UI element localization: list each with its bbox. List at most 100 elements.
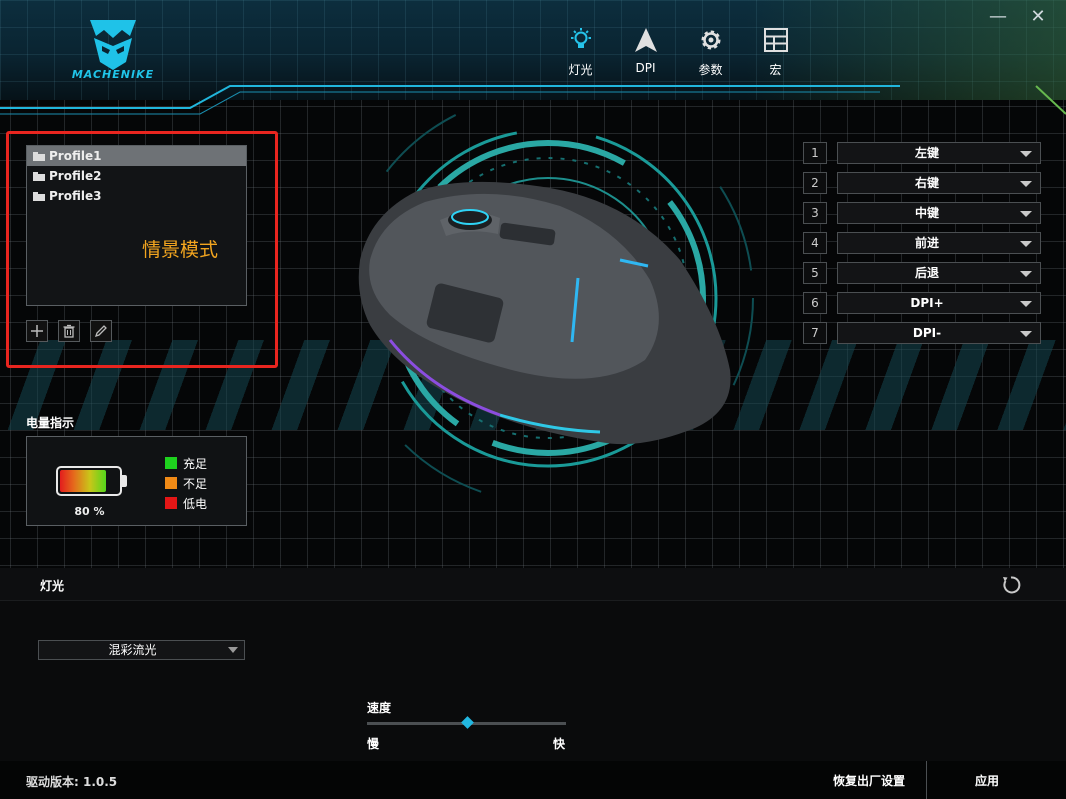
- gear-icon: [697, 26, 725, 54]
- battery-panel: 80 % 充足 不足 低电: [26, 436, 247, 526]
- button-action-label: 后退: [914, 266, 939, 280]
- grid-icon: [762, 26, 790, 54]
- nav-params[interactable]: 参数: [678, 26, 743, 82]
- battery-icon: [56, 466, 122, 496]
- chevron-down-icon: [228, 647, 238, 653]
- button-assignment-list: 1 左键 2 右键 3 中键 4 前进 5 后退 6 DPI+ 7 DPI-: [803, 142, 1041, 352]
- apply-button[interactable]: 应用: [927, 761, 1047, 799]
- chevron-down-icon: [1020, 271, 1032, 277]
- battery-level-fill: [60, 470, 107, 492]
- delete-profile-button[interactable]: [58, 320, 80, 342]
- button-action-label: DPI-: [912, 326, 942, 340]
- lighting-section: 灯光 混彩流光 速度 慢 快: [0, 568, 1066, 761]
- lighting-header: 灯光: [0, 568, 1066, 601]
- close-button[interactable]: ✕: [1026, 6, 1050, 28]
- battery-title: 电量指示: [26, 416, 75, 430]
- nav-label: DPI: [635, 61, 656, 75]
- add-icon: [31, 325, 43, 337]
- nav-label: 宏: [769, 63, 782, 77]
- trash-icon: [63, 324, 75, 338]
- minimize-button[interactable]: —: [986, 6, 1010, 28]
- button-action-select[interactable]: DPI+: [837, 292, 1041, 314]
- chevron-down-icon: [1020, 301, 1032, 307]
- nav-lighting[interactable]: 灯光: [548, 26, 613, 82]
- restore-defaults-button[interactable]: 恢复出厂设置: [812, 761, 926, 799]
- button-action-select[interactable]: 右键: [837, 172, 1041, 194]
- button-number: 5: [803, 262, 827, 284]
- rename-profile-button[interactable]: [90, 320, 112, 342]
- lighting-mode-label: 混彩流光: [108, 643, 157, 657]
- nav-label: 参数: [698, 63, 723, 77]
- folder-icon: [33, 171, 45, 181]
- slider-thumb[interactable]: [460, 716, 474, 729]
- legend-item: 不足: [165, 473, 207, 493]
- folder-icon: [33, 191, 45, 201]
- button-action-select[interactable]: 中键: [837, 202, 1041, 224]
- button-number: 3: [803, 202, 827, 224]
- battery-legend: 充足 不足 低电: [165, 453, 207, 513]
- legend-swatch: [165, 477, 177, 489]
- folder-icon: [33, 151, 45, 161]
- add-profile-button[interactable]: [26, 320, 48, 342]
- nav-label: 灯光: [568, 63, 593, 77]
- button-action-label: 中键: [914, 206, 939, 220]
- button-action-label: 左键: [914, 146, 939, 160]
- button-number: 6: [803, 292, 827, 314]
- profile-label: Profile3: [49, 189, 102, 203]
- button-action-select[interactable]: 前进: [837, 232, 1041, 254]
- chevron-down-icon: [1020, 181, 1032, 187]
- button-number: 7: [803, 322, 827, 344]
- reset-icon[interactable]: [1000, 574, 1022, 596]
- button-row: 1 左键: [803, 142, 1041, 164]
- button-row: 2 右键: [803, 172, 1041, 194]
- button-action-label: 前进: [914, 236, 939, 250]
- app-window: MACHENIKE 灯光 DPI 参数 宏 — ✕ Profile1 Profi…: [0, 0, 1066, 799]
- profile-item[interactable]: Profile3: [27, 186, 246, 206]
- driver-version: 驱动版本: 1.0.5: [26, 775, 118, 789]
- chevron-down-icon: [1020, 211, 1032, 217]
- legend-item: 低电: [165, 493, 207, 513]
- footer-bar: 驱动版本: 1.0.5 恢复出厂设置 应用: [0, 761, 1066, 799]
- button-number: 4: [803, 232, 827, 254]
- battery-percent: 80 %: [74, 505, 105, 518]
- button-number: 1: [803, 142, 827, 164]
- slow-label: 慢: [367, 737, 380, 751]
- mouse-showcase: [342, 110, 754, 504]
- button-action-select[interactable]: 左键: [837, 142, 1041, 164]
- lighting-title: 灯光: [40, 579, 65, 593]
- button-row: 6 DPI+: [803, 292, 1041, 314]
- speed-slider[interactable]: [367, 716, 566, 729]
- chevron-down-icon: [1020, 241, 1032, 247]
- nav-macro[interactable]: 宏: [743, 26, 808, 82]
- nav-dpi[interactable]: DPI: [613, 26, 678, 82]
- legend-label: 低电: [183, 496, 208, 511]
- button-row: 5 后退: [803, 262, 1041, 284]
- button-action-select[interactable]: 后退: [837, 262, 1041, 284]
- legend-label: 充足: [183, 456, 208, 471]
- button-number: 2: [803, 172, 827, 194]
- legend-swatch: [165, 457, 177, 469]
- button-action-select[interactable]: DPI-: [837, 322, 1041, 344]
- profile-item[interactable]: Profile1: [27, 146, 246, 166]
- lighting-mode-select[interactable]: 混彩流光: [38, 640, 245, 660]
- button-row: 4 前进: [803, 232, 1041, 254]
- legend-label: 不足: [183, 476, 208, 491]
- button-action-label: 右键: [914, 176, 939, 190]
- profile-item[interactable]: Profile2: [27, 166, 246, 186]
- light-bulb-icon: [567, 26, 595, 54]
- button-row: 3 中键: [803, 202, 1041, 224]
- chevron-down-icon: [1020, 151, 1032, 157]
- legend-item: 充足: [165, 453, 207, 473]
- arrow-up-icon: [632, 26, 660, 54]
- button-row: 7 DPI-: [803, 322, 1041, 344]
- profile-label: Profile1: [49, 149, 102, 163]
- fast-label: 快: [553, 737, 566, 751]
- pencil-icon: [94, 325, 107, 338]
- top-nav: 灯光 DPI 参数 宏: [548, 26, 808, 82]
- profile-label: Profile2: [49, 169, 102, 183]
- speed-label: 速度: [367, 701, 392, 715]
- button-action-label: DPI+: [910, 296, 944, 310]
- profile-list: Profile1 Profile2 Profile3: [26, 145, 247, 306]
- profile-toolbar: [26, 320, 112, 342]
- profile-annotation: 情景模式: [142, 239, 219, 261]
